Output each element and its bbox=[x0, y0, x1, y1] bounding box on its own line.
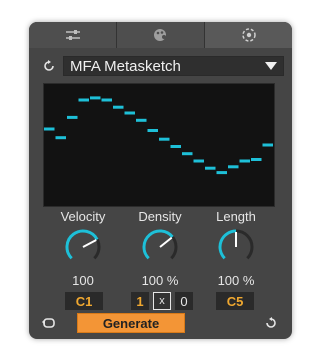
curve-step bbox=[67, 115, 78, 119]
curve-step bbox=[193, 159, 204, 163]
tab-palette[interactable] bbox=[117, 22, 205, 48]
curve-step bbox=[78, 98, 89, 102]
curve-display[interactable] bbox=[43, 83, 275, 207]
tab-sliders[interactable] bbox=[29, 22, 117, 48]
curve-step bbox=[101, 98, 112, 102]
palette-icon bbox=[153, 29, 166, 41]
curve-steps bbox=[44, 96, 273, 175]
density-label: Density bbox=[138, 209, 182, 224]
density-right-field[interactable]: 0 bbox=[175, 292, 193, 310]
low-note-field[interactable]: C1 bbox=[65, 292, 103, 310]
curve-step bbox=[55, 136, 66, 140]
refresh-button[interactable] bbox=[261, 313, 281, 333]
curve-step bbox=[159, 137, 170, 141]
density-left-field[interactable]: 1 bbox=[131, 292, 149, 310]
loop-button[interactable] bbox=[39, 313, 59, 333]
loop-icon bbox=[42, 318, 55, 328]
target-icon bbox=[241, 28, 256, 42]
curve-step bbox=[124, 111, 135, 115]
curve-step bbox=[216, 171, 227, 175]
preset-reset-button[interactable] bbox=[39, 56, 59, 76]
curve-step bbox=[170, 145, 181, 148]
length-value: 100 % bbox=[217, 273, 255, 288]
reset-icon bbox=[44, 60, 54, 71]
curve-step bbox=[44, 127, 55, 131]
chevron-down-icon bbox=[265, 62, 277, 70]
density-value: 100 % bbox=[141, 273, 179, 288]
velocity-knob[interactable] bbox=[61, 225, 105, 269]
curve-step bbox=[113, 105, 124, 109]
curve-step bbox=[136, 118, 147, 122]
preset-row: MFA Metasketch bbox=[39, 55, 284, 77]
curve-step bbox=[205, 166, 216, 170]
knob-pointer bbox=[82, 239, 97, 248]
preset-name: MFA Metasketch bbox=[70, 57, 181, 75]
curve-step bbox=[182, 152, 193, 156]
tab-bar bbox=[29, 22, 292, 48]
length-label: Length bbox=[216, 209, 256, 224]
velocity-label: Velocity bbox=[60, 209, 106, 224]
curve-step bbox=[228, 165, 239, 169]
knob-arc bbox=[65, 229, 99, 260]
sliders-icon bbox=[65, 30, 80, 40]
generate-button[interactable]: Generate bbox=[77, 313, 185, 333]
tab-target[interactable] bbox=[205, 22, 292, 48]
curve-step bbox=[239, 159, 250, 163]
knob-arc bbox=[142, 229, 174, 260]
metasketch-device: MFA Metasketch Velocity Density Length 1… bbox=[29, 22, 292, 339]
knob-arc bbox=[218, 229, 237, 260]
multiply-toggle[interactable]: x bbox=[153, 292, 171, 310]
curve-step bbox=[251, 158, 262, 161]
knob-pointer bbox=[159, 236, 173, 248]
density-multiplier: 1 x 0 bbox=[131, 292, 193, 310]
preset-dropdown[interactable]: MFA Metasketch bbox=[63, 56, 284, 76]
high-note-field[interactable]: C5 bbox=[216, 292, 254, 310]
length-knob[interactable] bbox=[214, 225, 258, 269]
curve-step bbox=[262, 143, 273, 147]
bottom-row: Generate bbox=[39, 312, 284, 334]
density-knob[interactable] bbox=[138, 225, 182, 269]
refresh-icon bbox=[266, 317, 276, 328]
curve-step bbox=[90, 96, 101, 100]
velocity-value: 100 bbox=[72, 273, 94, 288]
curve-step bbox=[147, 129, 158, 132]
